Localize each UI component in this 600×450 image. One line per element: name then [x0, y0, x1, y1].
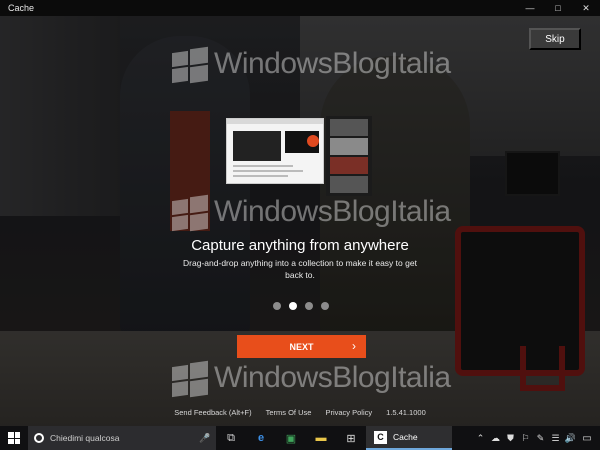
microphone-icon[interactable]: 🎤 [198, 433, 212, 444]
file-explorer-icon[interactable]: ▬ [306, 426, 336, 450]
terms-of-use-link[interactable]: Terms Of Use [266, 408, 312, 417]
feature-illustration [226, 116, 376, 196]
next-button-label: NEXT [289, 341, 314, 352]
close-button[interactable]: ✕ [572, 0, 600, 16]
windows-store-icon[interactable]: ⊞ [336, 426, 366, 450]
onedrive-icon[interactable]: ☁ [488, 433, 503, 444]
page-dot[interactable] [305, 302, 313, 310]
app-version: 1.5.41.1000 [386, 408, 426, 417]
title-bar: Cache — □ ✕ [0, 0, 600, 16]
page-dot[interactable] [321, 302, 329, 310]
illustration-webpage [226, 118, 324, 184]
cache-app-icon: C [374, 430, 387, 444]
window-title: Cache [8, 3, 35, 13]
network-icon[interactable]: ☰ [548, 433, 563, 444]
edge-icon[interactable]: e [246, 426, 276, 450]
action-center-icon[interactable]: ▭ [578, 433, 596, 444]
footer-links: Send Feedback (Alt+F) Terms Of Use Priva… [0, 408, 600, 417]
onboarding-description: Drag-and-drop anything into a collection… [183, 258, 417, 280]
cortana-icon [34, 433, 44, 443]
search-placeholder: Chiedimi qualcosa [50, 433, 120, 443]
windows-logo-icon [172, 194, 208, 232]
watermark: WindowsBlogItalia [172, 194, 451, 232]
page-dot[interactable] [289, 302, 297, 310]
task-view-icon[interactable]: ⧉ [216, 426, 246, 450]
minimize-button[interactable]: — [516, 0, 544, 16]
watermark-text: WindowsBlogItalia [214, 195, 451, 228]
watermark-text: WindowsBlogItalia [214, 361, 451, 394]
next-button[interactable]: NEXT › [237, 335, 366, 358]
send-feedback-link[interactable]: Send Feedback (Alt+F) [174, 408, 251, 417]
watermark-text: WindowsBlogItalia [214, 47, 451, 80]
system-tray: ⌃ ☁ ⛊ ⚐ ✎ ☰ 🔊 ▭ [473, 426, 600, 450]
watermark: WindowsBlogItalia [172, 360, 451, 398]
flag-icon[interactable]: ⚐ [518, 433, 533, 444]
windows-logo-icon [172, 360, 208, 398]
store-icon[interactable]: ▣ [276, 426, 306, 450]
taskbar-app-label: Cache [393, 432, 418, 442]
start-button[interactable] [0, 426, 28, 450]
skip-button[interactable]: Skip [529, 28, 581, 50]
windows-logo-icon [172, 46, 208, 84]
onboarding-headline: Capture anything from anywhere [191, 237, 409, 254]
volume-icon[interactable]: 🔊 [563, 433, 578, 444]
taskbar-app-cache[interactable]: C Cache [366, 426, 452, 450]
maximize-button[interactable]: □ [544, 0, 572, 16]
privacy-policy-link[interactable]: Privacy Policy [325, 408, 372, 417]
pen-icon[interactable]: ✎ [533, 433, 548, 444]
illustration-collection-strip [326, 116, 372, 196]
show-hidden-icons-icon[interactable]: ⌃ [473, 433, 488, 444]
app-content: WindowsBlogItalia WindowsBlogItalia Wind… [0, 16, 600, 426]
capture-badge-icon [307, 135, 319, 147]
cortana-search-box[interactable]: Chiedimi qualcosa 🎤 [28, 426, 216, 450]
page-dot[interactable] [273, 302, 281, 310]
defender-icon[interactable]: ⛊ [503, 433, 518, 444]
taskbar: Chiedimi qualcosa 🎤 ⧉ e ▣ ▬ ⊞ C Cache ⌃ … [0, 426, 600, 450]
page-indicator [273, 302, 329, 310]
watermark: WindowsBlogItalia [172, 46, 451, 84]
windows-start-icon [8, 432, 20, 444]
chevron-right-icon: › [352, 339, 356, 353]
